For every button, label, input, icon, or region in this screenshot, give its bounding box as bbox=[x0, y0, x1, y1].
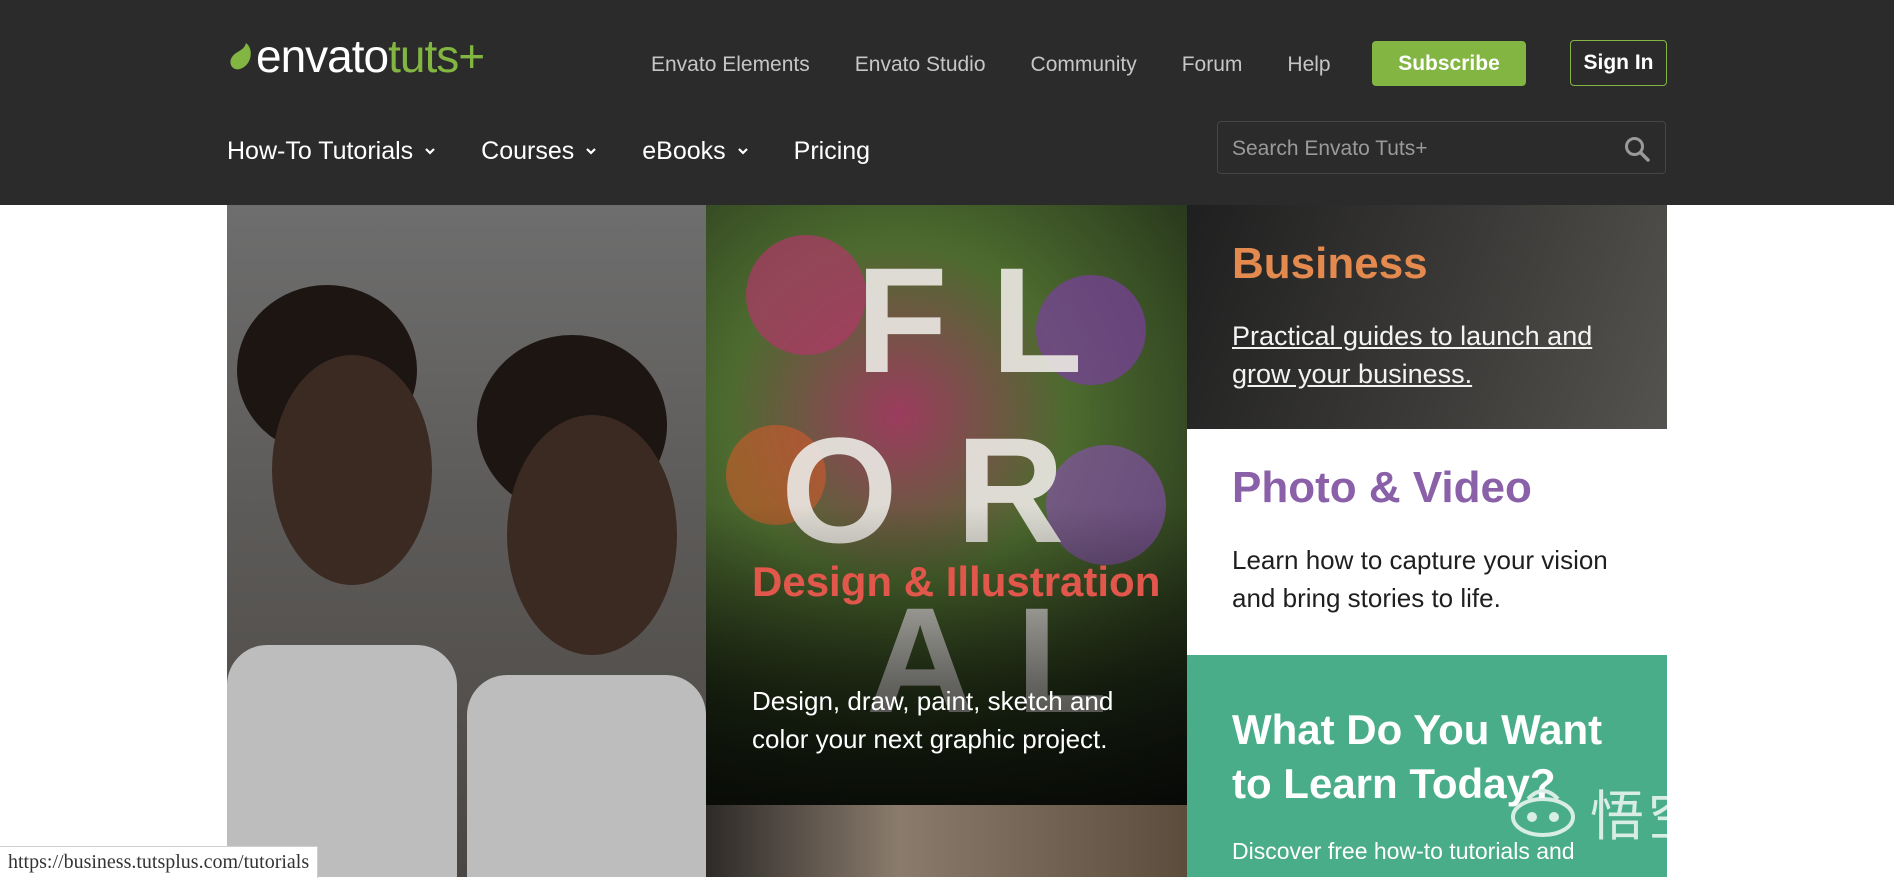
main-nav-label: Courses bbox=[481, 136, 575, 165]
main-nav-courses[interactable]: Courses bbox=[481, 137, 598, 166]
search-box bbox=[1217, 121, 1666, 175]
tile-description: Learn how to capture your vision and bri… bbox=[1232, 545, 1608, 613]
subscribe-button[interactable]: Subscribe bbox=[1372, 41, 1526, 86]
top-nav-envato-studio[interactable]: Envato Studio bbox=[855, 53, 986, 77]
wukong-logo-icon bbox=[1511, 789, 1575, 837]
top-nav-forum[interactable]: Forum bbox=[1182, 53, 1243, 77]
tile-photo-bottom[interactable] bbox=[706, 805, 1187, 877]
hero-photo-people[interactable] bbox=[227, 205, 706, 877]
chevron-down-icon bbox=[737, 148, 748, 155]
logo-product-text: tuts+ bbox=[388, 30, 485, 82]
main-nav-pricing[interactable]: Pricing bbox=[794, 137, 870, 166]
photo-face-right bbox=[507, 415, 677, 655]
chevron-down-icon bbox=[425, 148, 435, 155]
category-tile-photo-video[interactable]: Photo & Video Learn how to capture your … bbox=[1187, 429, 1667, 655]
logo-brand-text: envato bbox=[256, 30, 389, 82]
site-header: envato tuts+ Envato Elements Envato Stud… bbox=[0, 0, 1894, 205]
chevron-down-icon bbox=[586, 148, 597, 155]
top-nav: Envato Elements Envato Studio Community … bbox=[651, 47, 1331, 83]
browser-status-bar: https://business.tutsplus.com/tutorials bbox=[0, 846, 319, 878]
photo-flower bbox=[746, 235, 866, 355]
photo-shirt-left bbox=[227, 645, 457, 877]
main-nav-label: Pricing bbox=[793, 136, 871, 165]
top-nav-envato-elements[interactable]: Envato Elements bbox=[651, 53, 810, 77]
main-nav-how-to-tutorials[interactable]: How-To Tutorials bbox=[227, 137, 437, 166]
sign-in-button[interactable]: Sign In bbox=[1570, 40, 1667, 86]
category-tile-business[interactable]: Business Practical guides to launch and … bbox=[1187, 205, 1667, 429]
tile-description: Design, draw, paint, sketch and color yo… bbox=[752, 686, 1114, 754]
tile-title: Photo & Video bbox=[1232, 463, 1532, 512]
watermark-text: 悟空问答 bbox=[1590, 786, 1822, 847]
category-tile-design-illustration[interactable]: F L O R A L Design & Illustration Design… bbox=[706, 205, 1187, 805]
tile-link[interactable]: Practical guides to launch and grow your… bbox=[1232, 317, 1632, 393]
tile-title: Design & Illustration bbox=[752, 558, 1161, 605]
status-url: https://business.tutsplus.com/tutorials bbox=[8, 851, 310, 873]
search-icon[interactable] bbox=[1623, 135, 1651, 163]
tile-title: Business bbox=[1232, 239, 1428, 288]
envato-tuts-logo[interactable]: envato tuts+ bbox=[228, 30, 485, 82]
watermark: 悟空问答 bbox=[1508, 776, 1822, 847]
main-nav-label: eBooks bbox=[642, 136, 726, 165]
photo-letter: F bbox=[856, 236, 948, 404]
main-nav: How-To Tutorials Courses eBooks Pricing bbox=[227, 131, 914, 171]
photo-letter: L bbox=[991, 236, 1083, 404]
leaf-icon bbox=[230, 43, 251, 70]
main-nav-ebooks[interactable]: eBooks bbox=[642, 137, 749, 166]
tile-shade-overlay bbox=[706, 505, 1187, 805]
search-input[interactable] bbox=[1230, 122, 1604, 175]
main-nav-label: How-To Tutorials bbox=[227, 136, 414, 165]
top-nav-community[interactable]: Community bbox=[1031, 53, 1137, 77]
photo-face-left bbox=[272, 355, 432, 585]
photo-shirt-right bbox=[467, 675, 706, 877]
top-nav-help[interactable]: Help bbox=[1287, 53, 1330, 77]
